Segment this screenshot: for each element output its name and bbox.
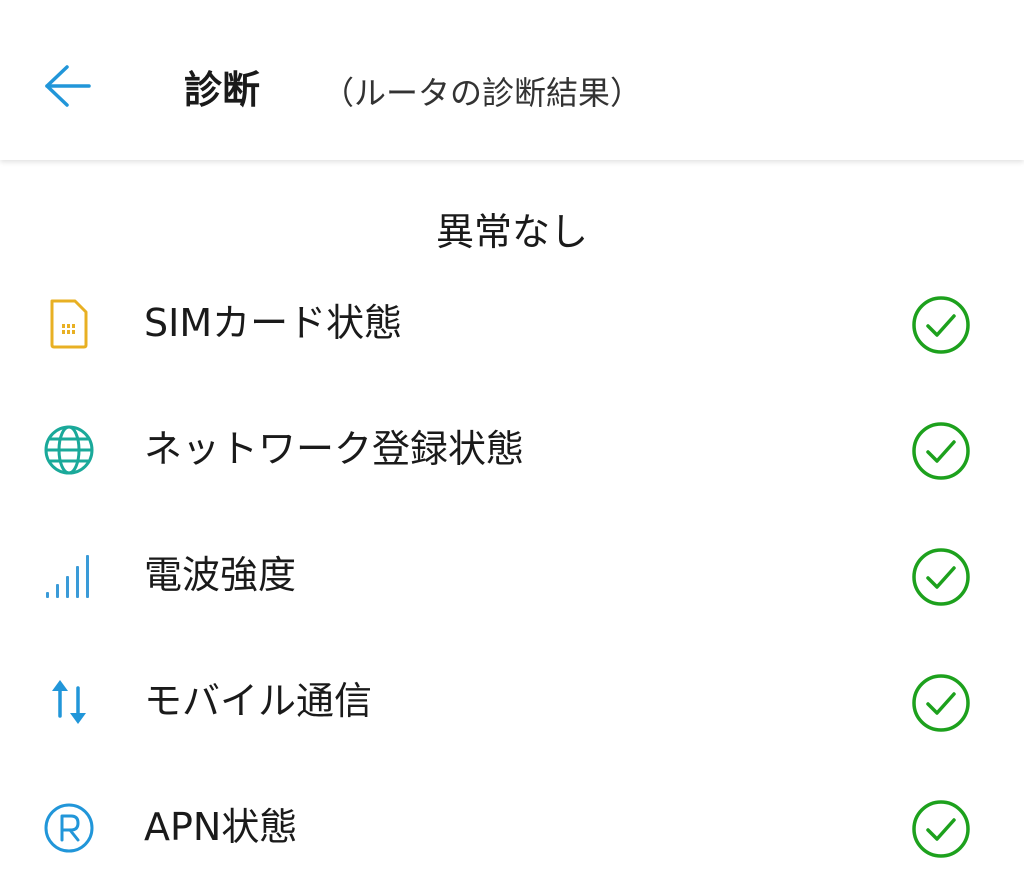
app-bar: 診断 （ルータの診断結果） [0, 0, 1024, 160]
back-button[interactable] [36, 58, 100, 118]
data-transfer-icon [40, 673, 98, 731]
status-item-label: 電波強度 [144, 553, 297, 597]
status-item-mobile-data: モバイル通信 [0, 638, 1024, 764]
page-subtitle: （ルータの診断結果） [322, 74, 643, 112]
status-list: SIMカード状態 ネットワーク登録状態 電波強度 モバイル通信 APN状態 [0, 260, 1024, 878]
status-item-label: APN状態 [144, 805, 298, 849]
sim-card-icon [40, 295, 98, 353]
status-item-label: SIMカード状態 [144, 301, 403, 345]
check-circle-icon [910, 294, 972, 356]
check-circle-icon [910, 672, 972, 734]
check-circle-icon [910, 546, 972, 608]
page-title: 診断 [184, 68, 261, 112]
signal-bars-icon [40, 547, 98, 605]
globe-icon [40, 421, 98, 479]
status-item-apn: APN状態 [0, 764, 1024, 878]
arrow-left-icon [43, 64, 93, 112]
diagnosis-screen: 診断 （ルータの診断結果） 異常なし SIMカード状態 ネットワーク登録状態 電… [0, 0, 1024, 878]
check-circle-icon [910, 798, 972, 860]
diagnosis-summary: 異常なし [435, 210, 588, 254]
status-item-label: ネットワーク登録状態 [144, 427, 525, 471]
check-circle-icon [910, 420, 972, 482]
status-item-network-registration: ネットワーク登録状態 [0, 386, 1024, 512]
registered-icon [40, 799, 98, 857]
status-item-sim: SIMカード状態 [0, 260, 1024, 386]
status-item-signal-strength: 電波強度 [0, 512, 1024, 638]
status-item-label: モバイル通信 [144, 679, 373, 723]
